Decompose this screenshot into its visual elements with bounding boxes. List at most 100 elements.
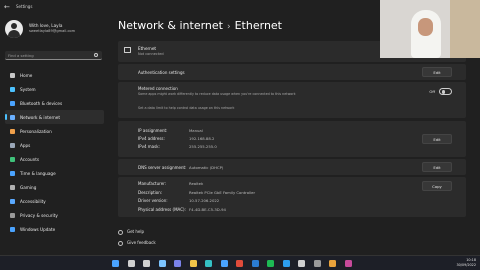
metered-toggle[interactable] [439,88,452,95]
sidebar-item-personalization[interactable]: Personalization [5,124,104,138]
info-row-label: Driver version: [138,198,168,203]
ethernet-status: Not connected [138,52,164,56]
accounts-icon [10,156,15,162]
give-feedback-link[interactable]: Give feedback [118,240,156,246]
ip-row-value: 192.168.88.2 [189,136,215,141]
search-taskbar-icon[interactable] [127,260,135,267]
ip-row-value: 255.255.255.0 [189,144,217,149]
sidebar-item-label: Time & language [20,170,56,176]
dns-value: Automatic (DHCP) [189,165,224,170]
data-limit-hint[interactable]: Set a data limit to help control data us… [138,106,234,110]
back-arrow-icon[interactable]: ← [4,3,10,11]
help-icon [118,229,123,235]
widgets-icon[interactable] [158,260,166,267]
globe-icon [10,170,15,176]
sidebar-item-time-language[interactable]: Time & language [5,166,104,180]
get-help-link[interactable]: Get help [118,229,144,235]
sidebar-item-label: Network & internet [20,114,60,120]
breadcrumb: Network & internet › Ethernet [118,19,282,32]
taskview-icon[interactable] [143,260,150,267]
ip-card: IP assignment: Manual IPv4 address: 192.168… [118,121,466,157]
sidebar-item-home[interactable]: Home [5,68,104,82]
breadcrumb-separator: › [227,22,231,32]
ip-row-value: Manual [189,128,203,133]
sidebar-item-accessibility[interactable]: Accessibility [5,194,104,208]
authentication-edit-button[interactable]: Edit [422,67,452,77]
ethernet-title: Ethernet [138,46,157,51]
sidebar-item-label: Accounts [20,156,40,162]
sidebar-item-label: Home [20,72,33,78]
edge-icon[interactable] [205,260,212,267]
clock-date: 30/09/2022 [456,263,476,267]
search-input[interactable]: Find a setting [5,51,102,60]
system-icon [10,86,15,92]
dns-edit-button[interactable]: Edit [422,162,452,172]
sidebar-item-gaming[interactable]: Gaming [5,180,104,194]
accessibility-icon [10,198,15,204]
chat-icon[interactable] [174,260,181,267]
sidebar-item-bluetooth-devices[interactable]: Bluetooth & devices [5,96,104,110]
sidebar-nav: Home System Bluetooth & devices Network & i… [5,68,104,236]
info-row-label: Manufacturer: [138,181,167,186]
settings-taskbar-icon[interactable] [313,260,321,267]
sidebar-item-windows-update[interactable]: Windows Update [5,222,104,236]
webcam-overlay [380,0,480,58]
ip-edit-button[interactable]: Edit [422,134,452,144]
info-row-value: Realtek PCIe GbE Family Controller [189,189,256,195]
spotify-icon[interactable] [267,260,274,267]
word-icon[interactable] [251,260,259,267]
sidebar-item-network-internet[interactable]: Network & internet [5,110,104,124]
explorer-icon[interactable] [189,260,197,267]
search-icon [94,53,98,57]
sidebar-item-label: Privacy & security [20,212,58,218]
app-icon-1[interactable] [298,260,305,267]
app-icon-2[interactable] [329,260,336,267]
sidebar-item-system[interactable]: System [5,82,104,96]
breadcrumb-section[interactable]: Network & internet [118,19,223,32]
app-title: Settings [16,4,33,9]
info-row-value: 10.57.206.2022 [189,198,220,203]
sidebar-item-label: Windows Update [20,226,56,232]
update-icon [10,226,15,232]
metered-label: Metered connection [138,86,178,91]
sidebar-item-accounts[interactable]: Accounts [5,152,104,166]
sidebar: With love, Layla sweetlayla89@gmail.com … [0,14,108,255]
app-icon-3[interactable] [344,260,352,267]
bluetooth-icon [10,100,15,106]
vscode-icon[interactable] [282,260,290,267]
sidebar-item-label: Bluetooth & devices [20,100,63,106]
shield-icon [10,212,15,218]
info-row-value: Realtek [189,181,204,186]
user-profile[interactable]: With love, Layla sweetlayla89@gmail.com [5,20,105,40]
user-name: With love, Layla [29,23,63,28]
get-help-label: Get help [127,229,145,234]
give-feedback-label: Give feedback [127,240,156,245]
info-row-value: F4-4D-BE-C5-3D-94 [189,206,226,212]
sidebar-item-label: Apps [20,142,31,148]
store-icon[interactable] [220,260,228,267]
ip-row-label: IPv4 address: [138,136,165,141]
sidebar-item-label: System [20,86,36,92]
chrome-icon[interactable] [236,260,243,267]
system-clock[interactable]: 10:18 30/09/2022 [456,258,476,268]
metered-description: Some apps might work differently to redu… [138,92,296,96]
authentication-card: Authentication settings Edit [118,64,466,80]
adapter-info-card: Manufacturer: Realtek Description: Realtek … [118,177,466,217]
sidebar-item-apps[interactable]: Apps [5,138,104,152]
avatar [5,20,23,38]
info-row-label: Description: [138,189,163,195]
copy-button[interactable]: Copy [422,181,452,191]
home-icon [10,72,15,78]
page-title: Ethernet [234,19,282,32]
metered-card: Metered connection Some apps might work … [118,82,466,118]
ip-row-label: IP assignment: [138,128,168,133]
start-icon[interactable] [112,260,119,267]
dns-card: DNS server assignment: Automatic (DHCP) … [118,159,466,175]
network-icon [10,114,15,120]
sidebar-item-privacy-security[interactable]: Privacy & security [5,208,104,222]
sidebar-item-label: Personalization [20,128,52,134]
taskbar: 10:18 30/09/2022 [0,255,480,270]
user-email: sweetlayla89@gmail.com [29,29,76,33]
ethernet-icon [124,47,131,53]
feedback-icon [118,240,123,246]
